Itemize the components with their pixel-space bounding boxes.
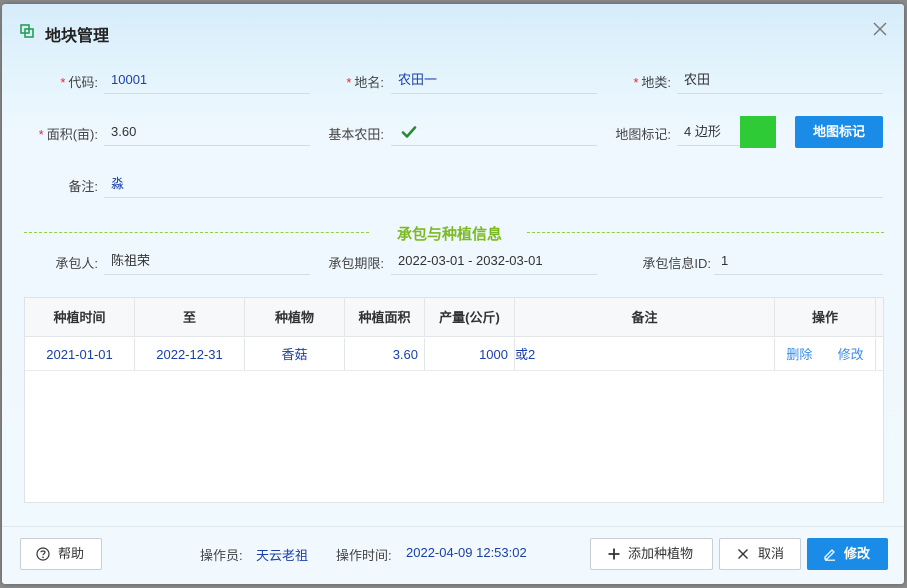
contract-period-label: 承包期限: bbox=[328, 256, 384, 271]
area-label: * 面积(亩): bbox=[38, 127, 98, 142]
cell-end-date: 2022-12-31 bbox=[135, 338, 245, 370]
code-field[interactable]: 10001 bbox=[104, 66, 310, 94]
help-button[interactable]: 帮助 bbox=[20, 538, 102, 570]
name-label: * 地名: bbox=[346, 75, 384, 90]
code-label: * 代码: bbox=[60, 75, 98, 90]
basic-farmland-label: 基本农田: bbox=[328, 127, 384, 142]
map-mark-button[interactable]: 地图标记 bbox=[795, 116, 883, 148]
column-header[interactable]: 产量(公斤) bbox=[425, 298, 515, 336]
cell-note: 或2 bbox=[515, 338, 775, 370]
contract-id-label: 承包信息ID: bbox=[642, 256, 711, 271]
contract-period-field[interactable]: 2022-03-01 - 2032-03-01 bbox=[391, 247, 597, 275]
add-crop-button[interactable]: 添加种植物 bbox=[590, 538, 713, 570]
table-header: 种植时间 至 种植物 种植面积 产量(公斤) 备注 操作 bbox=[25, 298, 883, 337]
cancel-label: 取消 bbox=[758, 546, 785, 561]
close-icon[interactable] bbox=[870, 19, 890, 39]
add-crop-label: 添加种植物 bbox=[628, 546, 694, 561]
basic-farmland-field[interactable] bbox=[391, 118, 597, 146]
close-icon bbox=[738, 549, 748, 559]
planting-table: 种植时间 至 种植物 种植面积 产量(公斤) 备注 操作 2021-01-01 … bbox=[24, 297, 884, 503]
dialog-titlebar: 地块管理 bbox=[2, 4, 904, 60]
help-icon bbox=[36, 547, 50, 561]
note-field[interactable]: 淼 bbox=[104, 170, 883, 198]
modify-button[interactable]: 修改 bbox=[807, 538, 888, 570]
edit-row-link[interactable]: 修改 bbox=[838, 347, 864, 362]
cell-actions: 删除 修改 bbox=[775, 338, 876, 370]
map-mark-color-swatch[interactable] bbox=[740, 116, 776, 148]
section-divider-right bbox=[527, 232, 884, 233]
operation-time-label: 操作时间: bbox=[336, 548, 392, 563]
cell-area: 3.60 bbox=[345, 338, 425, 370]
edit-icon bbox=[824, 549, 835, 561]
contract-id-field[interactable]: 1 bbox=[714, 247, 883, 275]
cancel-button[interactable]: 取消 bbox=[719, 538, 801, 570]
operator-label: 操作员: bbox=[200, 548, 243, 563]
dialog-footer: 帮助 操作员: 天云老祖 操作时间: 2022-04-09 12:53:02 添… bbox=[2, 526, 904, 584]
dialog-window: 地块管理 * 代码: 10001 * 地名: 农田一 * 地类: 农田 * 面积(亩):… bbox=[2, 4, 904, 584]
map-mark-label: 地图标记: bbox=[615, 127, 671, 142]
column-header[interactable]: 操作 bbox=[775, 298, 876, 336]
modify-label: 修改 bbox=[844, 546, 871, 561]
section-divider-left bbox=[24, 232, 369, 233]
column-header[interactable]: 至 bbox=[135, 298, 245, 336]
layers-icon bbox=[20, 24, 34, 38]
help-label: 帮助 bbox=[58, 546, 85, 561]
type-field[interactable]: 农田 bbox=[677, 66, 883, 94]
type-label: * 地类: bbox=[633, 75, 671, 90]
contractor-field[interactable]: 陈祖荣 bbox=[104, 247, 310, 275]
area-field[interactable]: 3.60 bbox=[104, 118, 310, 146]
column-header[interactable]: 种植面积 bbox=[345, 298, 425, 336]
operation-time-value: 2022-04-09 12:53:02 bbox=[406, 545, 527, 560]
note-label: 备注: bbox=[68, 179, 98, 194]
map-mark-field[interactable]: 4 边形 bbox=[677, 118, 739, 146]
checkmark-icon bbox=[401, 126, 417, 138]
cell-crop: 香菇 bbox=[245, 338, 345, 370]
operator-value: 天云老祖 bbox=[256, 548, 309, 563]
delete-row-link[interactable]: 删除 bbox=[786, 347, 812, 362]
column-header[interactable]: 种植物 bbox=[245, 298, 345, 336]
column-header[interactable]: 备注 bbox=[515, 298, 775, 336]
table-row[interactable]: 2021-01-01 2022-12-31 香菇 3.60 1000 或2 删除… bbox=[25, 338, 883, 371]
plus-icon bbox=[608, 548, 620, 560]
section-title: 承包与种植信息 bbox=[396, 226, 502, 243]
column-header[interactable]: 种植时间 bbox=[25, 298, 135, 336]
name-field[interactable]: 农田一 bbox=[391, 66, 597, 94]
cell-start-date: 2021-01-01 bbox=[25, 338, 135, 370]
dialog-title: 地块管理 bbox=[45, 28, 110, 45]
cell-yield: 1000 bbox=[425, 338, 515, 370]
contractor-label: 承包人: bbox=[55, 256, 98, 271]
